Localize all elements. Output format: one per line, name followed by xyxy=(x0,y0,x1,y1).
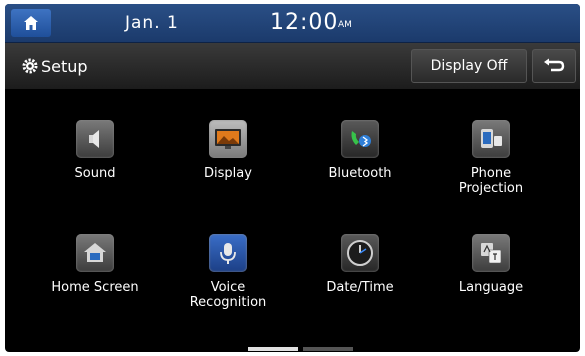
menu-item-sound[interactable]: Sound xyxy=(40,120,150,220)
microphone-icon xyxy=(209,234,247,272)
phone-projection-icon xyxy=(472,120,510,158)
status-date: Jan. 1 xyxy=(125,13,179,33)
menu-item-label: Voice Recognition xyxy=(189,280,267,310)
page-title: Setup xyxy=(41,57,88,76)
menu-item-label: Language xyxy=(458,280,524,295)
monitor-icon xyxy=(209,120,247,158)
speaker-icon xyxy=(76,120,114,158)
clock-icon xyxy=(341,234,379,272)
menu-item-label: Phone Projection xyxy=(458,166,524,196)
language-icon xyxy=(472,234,510,272)
display-off-button[interactable]: Display Off xyxy=(411,49,527,83)
back-button[interactable] xyxy=(532,49,576,83)
home-button[interactable] xyxy=(11,9,51,37)
menu-item-label: Sound xyxy=(74,166,116,181)
status-bar: Jan. 1 12:00 AM xyxy=(5,4,580,43)
status-ampm: AM xyxy=(338,20,352,30)
bluetooth-phone-icon xyxy=(341,120,379,158)
back-arrow-icon xyxy=(544,58,565,72)
setup-menu-grid: Sound Display Bluetooth Phone Projection… xyxy=(5,112,580,342)
gear-icon xyxy=(22,58,38,74)
menu-item-voice-recognition[interactable]: Voice Recognition xyxy=(173,234,283,334)
menu-item-display[interactable]: Display xyxy=(173,120,283,220)
menu-item-date-time[interactable]: Date/Time xyxy=(305,234,415,334)
status-time: 12:00 xyxy=(270,10,339,35)
home-screen-icon xyxy=(76,234,114,272)
screen: Jan. 1 12:00 AM Setup Display Off Sound … xyxy=(5,4,580,352)
menu-item-language[interactable]: Language xyxy=(436,234,546,334)
page-indicator-active xyxy=(248,347,298,351)
menu-item-label: Display xyxy=(204,166,252,181)
menu-item-home-screen[interactable]: Home Screen xyxy=(40,234,150,334)
menu-item-bluetooth[interactable]: Bluetooth xyxy=(305,120,415,220)
home-icon xyxy=(24,16,38,30)
page-indicator xyxy=(303,347,353,351)
menu-item-label: Home Screen xyxy=(51,280,139,295)
menu-item-label: Bluetooth xyxy=(328,166,392,181)
title-bar: Setup Display Off xyxy=(5,43,580,89)
menu-item-phone-projection[interactable]: Phone Projection xyxy=(436,120,546,220)
menu-item-label: Date/Time xyxy=(326,280,394,295)
